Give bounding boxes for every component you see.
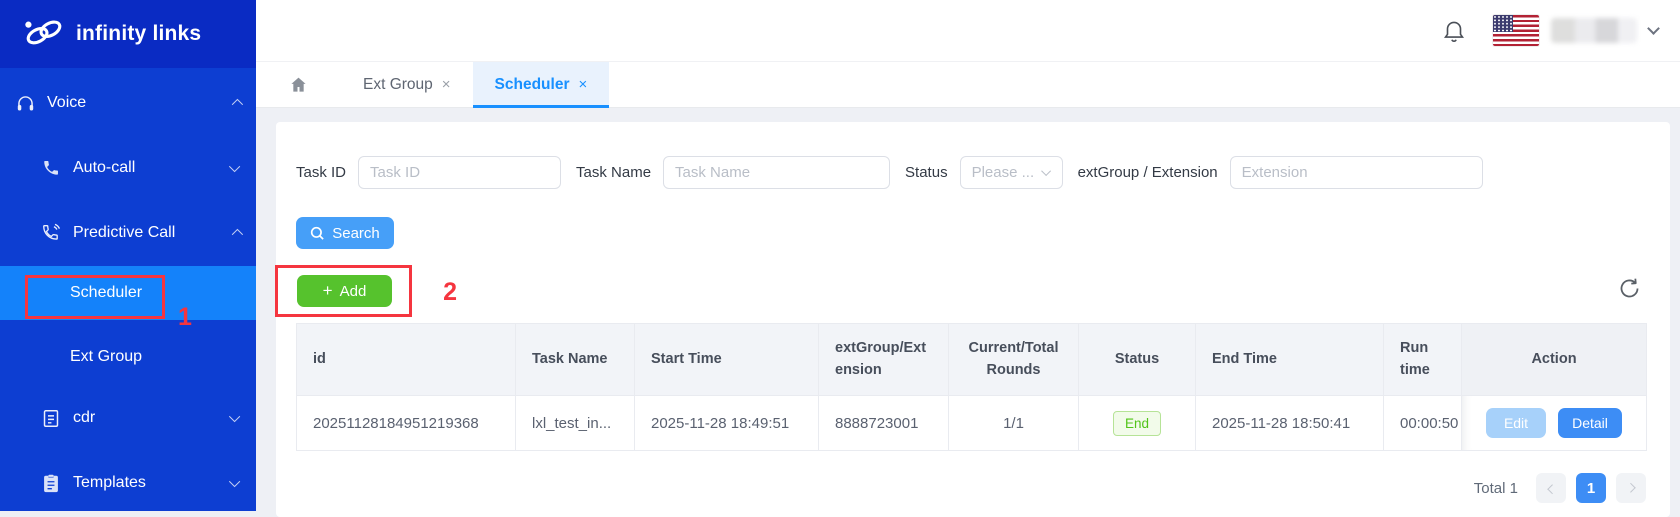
document-icon [40, 409, 62, 428]
extgroup-extension-label: extGroup / Extension [1078, 164, 1218, 181]
clipboard-icon [40, 474, 62, 493]
sidebar-item-auto-call[interactable]: Auto-call [0, 137, 256, 199]
cell-run-time: 00:00:50 [1384, 396, 1462, 451]
sidebar-item-predictive-call[interactable]: Predictive Call [0, 202, 256, 264]
notification-bell-icon[interactable] [1441, 17, 1467, 44]
home-icon [288, 75, 309, 95]
cell-start-time: 2025-11-28 18:49:51 [635, 396, 819, 451]
cell-id: 20251128184951219368 [297, 396, 516, 451]
filter-task-name: Task Name [576, 156, 890, 189]
infinity-logo-icon [22, 17, 66, 52]
cell-rounds: 1/1 [949, 396, 1079, 451]
annotation-label-2: 2 [443, 278, 457, 307]
sidebar-item-label: Templates [73, 474, 146, 492]
task-name-label: Task Name [576, 164, 651, 181]
chevron-down-icon [229, 161, 240, 172]
tab-bar: Ext Group × Scheduler × [256, 62, 1680, 108]
col-header-end-time: End Time [1196, 324, 1384, 396]
tab-label: Ext Group [363, 76, 433, 94]
cell-end-time: 2025-11-28 18:50:41 [1196, 396, 1384, 451]
col-header-start-time: Start Time [635, 324, 819, 396]
status-select[interactable]: Please ... [960, 156, 1063, 189]
col-header-run-time: Run time [1384, 324, 1462, 396]
col-header-extgroup: extGroup/Extension [819, 324, 949, 396]
sidebar-item-cdr[interactable]: cdr [0, 387, 256, 449]
chevron-down-icon [229, 411, 240, 422]
pagination-total: Total 1 [1474, 480, 1518, 497]
chevron-left-icon [1547, 484, 1557, 494]
filter-bar: Task ID Task Name Status Please ... extG… [296, 156, 1650, 189]
sidebar-item-label: Ext Group [70, 348, 142, 366]
sidebar-item-ext-group[interactable]: Ext Group [0, 330, 256, 384]
task-name-input[interactable] [663, 156, 890, 189]
user-name-redacted[interactable] [1551, 18, 1637, 43]
sidebar-item-label: Auto-call [73, 159, 135, 177]
sidebar-item-label: cdr [73, 409, 95, 427]
tab-label: Scheduler [495, 76, 570, 94]
col-header-action: Action [1462, 324, 1647, 396]
pagination: Total 1 1 [296, 473, 1646, 503]
annotation-label-1: 1 [178, 303, 192, 332]
scheduler-table: id Task Name Start Time extGroup/Extensi… [296, 323, 1647, 451]
detail-button[interactable]: Detail [1558, 408, 1622, 438]
top-header [256, 0, 1680, 62]
chevron-down-icon [1041, 166, 1051, 176]
extension-input[interactable] [1230, 156, 1483, 189]
status-label: Status [905, 164, 948, 181]
cell-status: End [1079, 396, 1196, 451]
add-button-label: Add [340, 283, 367, 300]
filter-status: Status Please ... [905, 156, 1063, 189]
phone-icon [40, 159, 62, 177]
search-button[interactable]: Search [296, 217, 394, 249]
next-page-button[interactable] [1616, 473, 1646, 503]
sidebar-item-label: Voice [47, 94, 86, 112]
col-header-id: id [297, 324, 516, 396]
chevron-up-icon [232, 229, 243, 240]
sidebar-item-voice[interactable]: Voice [0, 72, 256, 134]
language-flag-icon[interactable] [1493, 15, 1539, 46]
tab-close-icon[interactable]: × [579, 76, 588, 93]
home-tab[interactable] [280, 62, 317, 107]
brand-logo: infinity links [0, 0, 256, 68]
plus-icon: + [323, 282, 333, 299]
page-1-button[interactable]: 1 [1576, 473, 1606, 503]
tab-close-icon[interactable]: × [442, 76, 451, 93]
task-id-input[interactable] [358, 156, 561, 189]
col-header-rounds: Current/Total Rounds [949, 324, 1079, 396]
col-header-status: Status [1079, 324, 1196, 396]
cell-task-name: lxl_test_in... [516, 396, 635, 451]
content-card: Task ID Task Name Status Please ... extG… [276, 122, 1670, 517]
annotation-box-2: + Add 2 [275, 265, 412, 317]
user-menu-chevron-down-icon[interactable] [1647, 22, 1660, 35]
tab-ext-group[interactable]: Ext Group × [341, 62, 473, 107]
chevron-up-icon [232, 99, 243, 110]
table-row: 20251128184951219368 lxl_test_in... 2025… [297, 396, 1647, 451]
filter-task-id: Task ID [296, 156, 561, 189]
annotation-box-1 [25, 275, 165, 319]
chevron-down-icon [229, 476, 240, 487]
chevron-right-icon [1625, 482, 1635, 492]
sidebar-item-templates[interactable]: Templates [0, 452, 256, 514]
search-icon [310, 226, 325, 241]
phone-ring-icon [40, 223, 62, 243]
cell-action: Edit Detail [1462, 396, 1647, 451]
headset-icon [14, 93, 36, 114]
search-button-label: Search [332, 225, 380, 242]
status-badge: End [1113, 411, 1161, 436]
table-header-row: id Task Name Start Time extGroup/Extensi… [297, 324, 1647, 396]
add-button[interactable]: + Add [297, 275, 392, 307]
brand-name: infinity links [76, 22, 201, 46]
cell-extgroup: 8888723001 [819, 396, 949, 451]
col-header-task-name: Task Name [516, 324, 635, 396]
page-background: Task ID Task Name Status Please ... extG… [256, 108, 1680, 511]
edit-button[interactable]: Edit [1486, 408, 1546, 438]
task-id-label: Task ID [296, 164, 346, 181]
filter-extension: extGroup / Extension [1078, 156, 1483, 189]
tab-scheduler[interactable]: Scheduler × [473, 62, 610, 107]
sidebar: infinity links Voice Auto-call [0, 0, 256, 511]
status-select-placeholder: Please ... [972, 164, 1035, 181]
prev-page-button[interactable] [1536, 473, 1566, 503]
sidebar-item-label: Predictive Call [73, 224, 175, 242]
refresh-icon[interactable] [1617, 276, 1642, 306]
